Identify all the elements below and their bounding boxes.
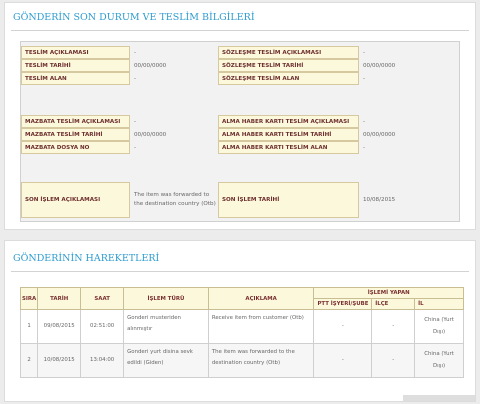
cell-il: China (Yurt Dışı) xyxy=(414,309,464,344)
col-header-il: İL xyxy=(414,298,464,310)
field-value: 10/08/2015 xyxy=(363,197,396,203)
field-label: TESLİM AÇIKLAMASI xyxy=(21,46,130,59)
field-label: MAZBATA TESLİM AÇIKLAMASI xyxy=(21,115,130,128)
cell-islem-turu: Gonderi musteriden alınmıştır xyxy=(123,309,209,344)
field-label: TESLİM ALAN xyxy=(21,72,130,85)
movements-title: GÖNDERİNİN HAREKETLERİ xyxy=(13,253,160,264)
info-row: MAZBATA TESLİM TARİHİ 00/00/0000 ALMA HA… xyxy=(21,128,459,141)
movements-table: SIRA TARİH SAAT İŞLEM TÜRÜ AÇIKLAMA İŞLE… xyxy=(19,287,464,378)
col-header-ptt: PTT İŞYERİ/ŞUBE xyxy=(313,298,373,310)
field-value: - xyxy=(134,75,137,82)
last-action-row: SON İŞLEM AÇIKLAMASI The item was forwar… xyxy=(21,182,459,218)
table-row: 1 09/08/2015 02:51:00 Gonderi musteriden… xyxy=(19,309,464,344)
field-label: SÖZLEŞME TESLİM AÇIKLAMASI xyxy=(218,46,359,59)
delivery-status-panel: GÖNDERİN SON DURUM VE TESLİM BİLGİLERİ T… xyxy=(4,2,476,230)
field-value: 00/00/0000 xyxy=(363,62,396,69)
col-header-islemi-yapan: İŞLEMİ YAPAN xyxy=(313,287,464,299)
field-label: TESLİM TARİHİ xyxy=(21,59,130,72)
table-row: 2 10/08/2015 13:04:00 Gonderi yurt disin… xyxy=(19,343,464,378)
info-row: TESLİM ALAN - SÖZLEŞME TESLİM ALAN - xyxy=(21,72,459,85)
field-value: - xyxy=(134,49,137,56)
title-divider xyxy=(11,271,469,272)
field-label: ALMA HABER KARTI TESLİM TARİHİ xyxy=(218,128,359,141)
delivery-status-title: GÖNDERİN SON DURUM VE TESLİM BİLGİLERİ xyxy=(13,12,255,23)
cell-islem-turu: Gonderi yurt disina sevk edildi (Giden) xyxy=(123,343,209,378)
field-label: SÖZLEŞME TESLİM TARİHİ xyxy=(218,59,359,72)
delivery-info-box: TESLİM AÇIKLAMASI - SÖZLEŞME TESLİM AÇIK… xyxy=(20,41,460,222)
field-value: The item was forwarded to the destinatio… xyxy=(134,191,216,208)
cell-tarih: 09/08/2015 xyxy=(37,309,82,344)
col-header-islem-turu: İŞLEM TÜRÜ xyxy=(123,287,209,310)
field-label: MAZBATA TESLİM TARİHİ xyxy=(21,128,130,141)
col-header-sira: SIRA xyxy=(19,287,39,310)
field-value: - xyxy=(363,118,366,125)
col-header-saat: SAAT xyxy=(80,287,125,310)
cell-sira: 1 xyxy=(19,309,39,344)
field-value: - xyxy=(134,144,137,151)
field-value: - xyxy=(363,75,366,82)
field-label: ALMA HABER KARTI TESLİM AÇIKLAMASI xyxy=(218,115,359,128)
field-label: SÖZLEŞME TESLİM ALAN xyxy=(218,72,359,85)
cell-ptt: - xyxy=(313,309,373,344)
col-header-ilce: İLÇE xyxy=(371,298,416,310)
field-label: SON İŞLEM TARİHİ xyxy=(218,182,359,218)
field-value: - xyxy=(363,144,366,151)
cell-tarih: 10/08/2015 xyxy=(37,343,82,378)
cell-saat: 13:04:00 xyxy=(80,343,125,378)
info-row: TESLİM AÇIKLAMASI - SÖZLEŞME TESLİM AÇIK… xyxy=(21,46,459,59)
info-row: MAZBATA TESLİM AÇIKLAMASI - ALMA HABER K… xyxy=(21,115,459,128)
movements-panel: GÖNDERİNİN HAREKETLERİ SIRA TARİH SAAT İ… xyxy=(4,240,476,402)
scrollbar-track[interactable] xyxy=(403,395,475,401)
cell-il: China (Yurt Dışı) xyxy=(414,343,464,378)
cell-aciklama: Receive item from customer (Otb) xyxy=(207,309,315,344)
field-value: - xyxy=(363,49,366,56)
cell-saat: 02:51:00 xyxy=(80,309,125,344)
field-value: 00/00/0000 xyxy=(134,131,167,138)
field-value: 00/00/0000 xyxy=(363,131,396,138)
field-value: - xyxy=(134,118,137,125)
field-label: ALMA HABER KARTI TESLİM ALAN xyxy=(218,141,359,154)
field-label: MAZBATA DOSYA NO xyxy=(21,141,130,154)
cell-ptt: - xyxy=(313,343,373,378)
field-label: SON İŞLEM AÇIKLAMASI xyxy=(21,182,130,218)
col-header-tarih: TARİH xyxy=(37,287,82,310)
col-header-aciklama: AÇIKLAMA xyxy=(207,287,315,310)
info-row: TESLİM TARİHİ 00/00/0000 SÖZLEŞME TESLİM… xyxy=(21,59,459,72)
title-divider xyxy=(11,30,469,31)
cell-aciklama: The item was forwarded to the destinatio… xyxy=(207,343,315,378)
cell-ilce: - xyxy=(371,343,416,378)
cell-ilce: - xyxy=(371,309,416,344)
cell-sira: 2 xyxy=(19,343,39,378)
info-row: MAZBATA DOSYA NO - ALMA HABER KARTI TESL… xyxy=(21,141,459,154)
field-value: 00/00/0000 xyxy=(134,62,167,69)
